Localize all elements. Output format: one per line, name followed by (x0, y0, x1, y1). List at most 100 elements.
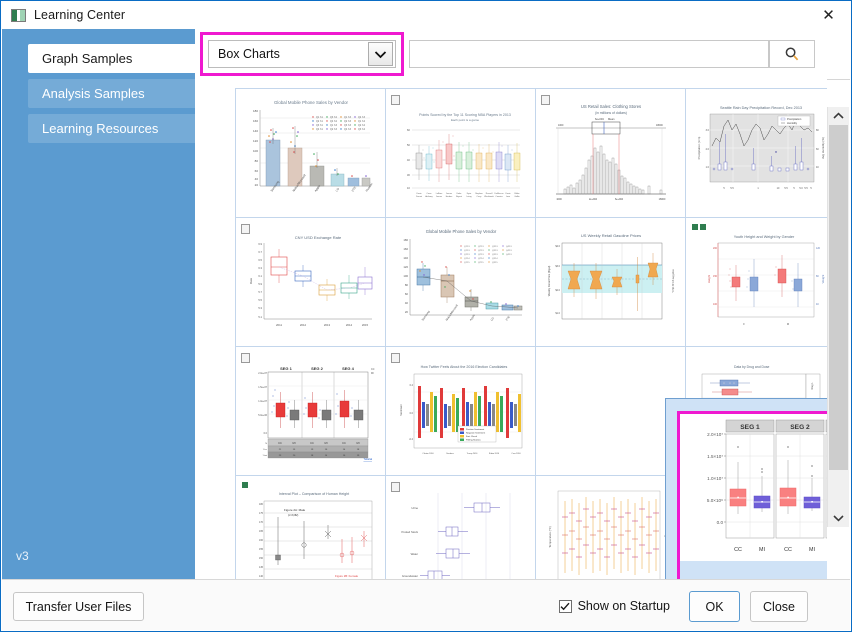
svg-text:SEG 2: SEG 2 (311, 366, 324, 371)
svg-text:Sentiment: Sentiment (399, 404, 403, 416)
svg-text:Water: Water (410, 552, 417, 556)
close-window-button[interactable]: ✕ (806, 1, 851, 29)
category-dropdown[interactable]: Box Charts (208, 40, 396, 68)
svg-text:How Twitter Feels About the 20: How Twitter Feels About the 2016 Electio… (420, 365, 507, 369)
thumbnail-item[interactable]: US Retail Sales: Clothing Stores (in mil… (535, 88, 686, 218)
svg-text:40: 40 (816, 303, 819, 306)
svg-text:Q3'13: Q3'13 (492, 246, 498, 248)
svg-text:Q4 '12: Q4 '12 (330, 120, 338, 123)
svg-text:DeMarcus: DeMarcus (494, 193, 503, 195)
scrollbar-track[interactable] (828, 125, 849, 509)
thumbnail-item[interactable]: Points Scored by the Top 11 Scoring NBA … (385, 88, 536, 218)
svg-text:100: 100 (403, 274, 408, 278)
svg-text:5.0: 5.0 (799, 187, 803, 190)
svg-text:LG: LG (489, 316, 494, 321)
thumbnail-item[interactable]: CNY USD Exchange Rate 6.96.76.5 6.36.15.… (235, 217, 386, 347)
svg-text:18000: 18000 (658, 198, 665, 201)
svg-text:2014: 2014 (345, 323, 352, 327)
svg-text:Q1'14: Q1'14 (464, 258, 470, 260)
svg-text:1.0×10⁷: 1.0×10⁷ (707, 476, 723, 481)
svg-text:Avg Humidity (%): Avg Humidity (%) (821, 137, 825, 159)
svg-text:140: 140 (403, 256, 408, 260)
sample-gallery[interactable]: Global Mobile Phone Sales by Vendor 180 1… (195, 79, 827, 579)
svg-text:80: 80 (816, 275, 819, 278)
svg-text:Q3 '14: Q3 '14 (358, 128, 366, 131)
svg-text:60: 60 (254, 169, 258, 173)
scroll-down-button[interactable] (828, 509, 849, 527)
thumbnail-item[interactable]: Global Mobile Phone Sales by Vendor 180 1… (235, 88, 386, 218)
thumbnail-item[interactable]: Youth Height and Weight by Gender (685, 217, 827, 347)
svg-text:1000: 1000 (558, 124, 564, 127)
svg-text:30: 30 (406, 173, 410, 177)
svg-text:Q3 '12: Q3 '12 (330, 116, 338, 119)
svg-text:1.5e+07: 1.5e+07 (258, 386, 267, 389)
svg-text:SEG 2: SEG 2 (790, 424, 810, 431)
svg-text:LeBron: LeBron (435, 193, 441, 195)
svg-text:100: 100 (713, 303, 718, 306)
show-on-startup-label: Show on Startup (578, 599, 670, 613)
svg-text:60: 60 (404, 292, 408, 296)
svg-text:200: 200 (713, 247, 718, 250)
thumbnail-item[interactable]: Interval Plot – Comparison of Human Heig… (235, 475, 386, 579)
chevron-down-icon[interactable] (368, 42, 393, 66)
thumbnail-item[interactable]: How Twitter Feels About the 2016 Electio… (385, 346, 536, 476)
svg-text:Global Mobile Phone Sales by V: Global Mobile Phone Sales by Vendor (274, 100, 348, 105)
svg-text:120: 120 (816, 247, 821, 250)
version-label: v3 (16, 549, 29, 563)
svg-text:40: 40 (816, 166, 819, 169)
svg-text:CC: CC (784, 547, 792, 553)
svg-text:CC: CC (278, 441, 282, 445)
svg-text:Carm: Carm (426, 193, 431, 195)
svg-text:(n=3,082): (n=3,082) (288, 514, 299, 517)
scroll-up-button[interactable] (828, 107, 849, 125)
transfer-user-files-button[interactable]: Transfer User Files (13, 592, 144, 621)
thumbnail-item[interactable]: Temperature (°C) mean (535, 475, 686, 579)
search-input[interactable] (410, 41, 768, 67)
svg-text:Q2 '14: Q2 '14 (358, 124, 366, 127)
thumbnail-item[interactable]: Seattle Rain Day Precipitation Record, D… (685, 88, 827, 218)
svg-text:100: 100 (252, 149, 257, 153)
svg-text:Mean: Mean (608, 117, 615, 121)
selected-sample-preview[interactable]: SEG 1 SEG 2 SEG 3 (665, 398, 827, 579)
scrollbar-thumb[interactable] (829, 125, 848, 470)
svg-text:Q4 '13: Q4 '13 (358, 116, 366, 119)
svg-text:5.5: 5.5 (784, 187, 788, 190)
show-on-startup-row[interactable]: Show on Startup (559, 599, 670, 613)
svg-text:James: James (436, 196, 442, 198)
svg-text:$1.0: $1.0 (555, 312, 560, 315)
thumbnail-item[interactable]: US Weekly Retail Gasoline Prices (535, 217, 686, 347)
svg-text:120: 120 (403, 265, 408, 269)
svg-text:5.5: 5.5 (804, 187, 808, 190)
svg-text:Q3'13: Q3'13 (492, 254, 498, 256)
page-badge-icon (241, 224, 250, 234)
search-field-wrap[interactable] (409, 40, 769, 68)
sidebar: Graph Samples Analysis Samples Learning … (2, 29, 195, 579)
page-badge-icon (391, 482, 400, 492)
close-button[interactable]: Close (750, 591, 808, 622)
svg-text:6.7: 6.7 (258, 250, 262, 254)
svg-text:Precipitation (mm): Precipitation (mm) (697, 137, 701, 160)
svg-text:180: 180 (252, 109, 257, 113)
app-icon (11, 9, 26, 22)
svg-text:Durant: Durant (415, 195, 421, 198)
svg-text:Groundwater: Groundwater (401, 574, 417, 578)
svg-text:Blake: Blake (514, 193, 520, 195)
gallery-scrollbar[interactable] (827, 107, 849, 527)
svg-text:175: 175 (259, 512, 264, 515)
svg-text:Curry: Curry (476, 196, 481, 198)
ok-button[interactable]: OK (689, 591, 740, 622)
svg-text:Stephen: Stephen (475, 192, 482, 195)
search-button[interactable] (769, 40, 815, 68)
thumbnail-item[interactable] (535, 346, 686, 476)
svg-text:Q3'13: Q3'13 (492, 250, 498, 252)
svg-text:%cc: %cc (262, 449, 267, 451)
svg-text:Humidity: Humidity (787, 121, 798, 125)
svg-text:$2.0: $2.0 (555, 289, 560, 292)
svg-text:Bryant: Bryant (456, 195, 462, 198)
show-on-startup-checkbox[interactable] (559, 600, 572, 613)
thumbnail-item[interactable]: SEG 1SEG 2SEG 4 (235, 346, 386, 476)
svg-text:2015: 2015 (361, 323, 368, 327)
thumbnail-item[interactable]: Global Mobile Phone Sales by Vendor 1801… (385, 217, 536, 347)
thumbnail-item[interactable]: UrinePooled Stock WaterGroundwater (385, 475, 536, 579)
svg-text:MI: MI (371, 372, 374, 375)
